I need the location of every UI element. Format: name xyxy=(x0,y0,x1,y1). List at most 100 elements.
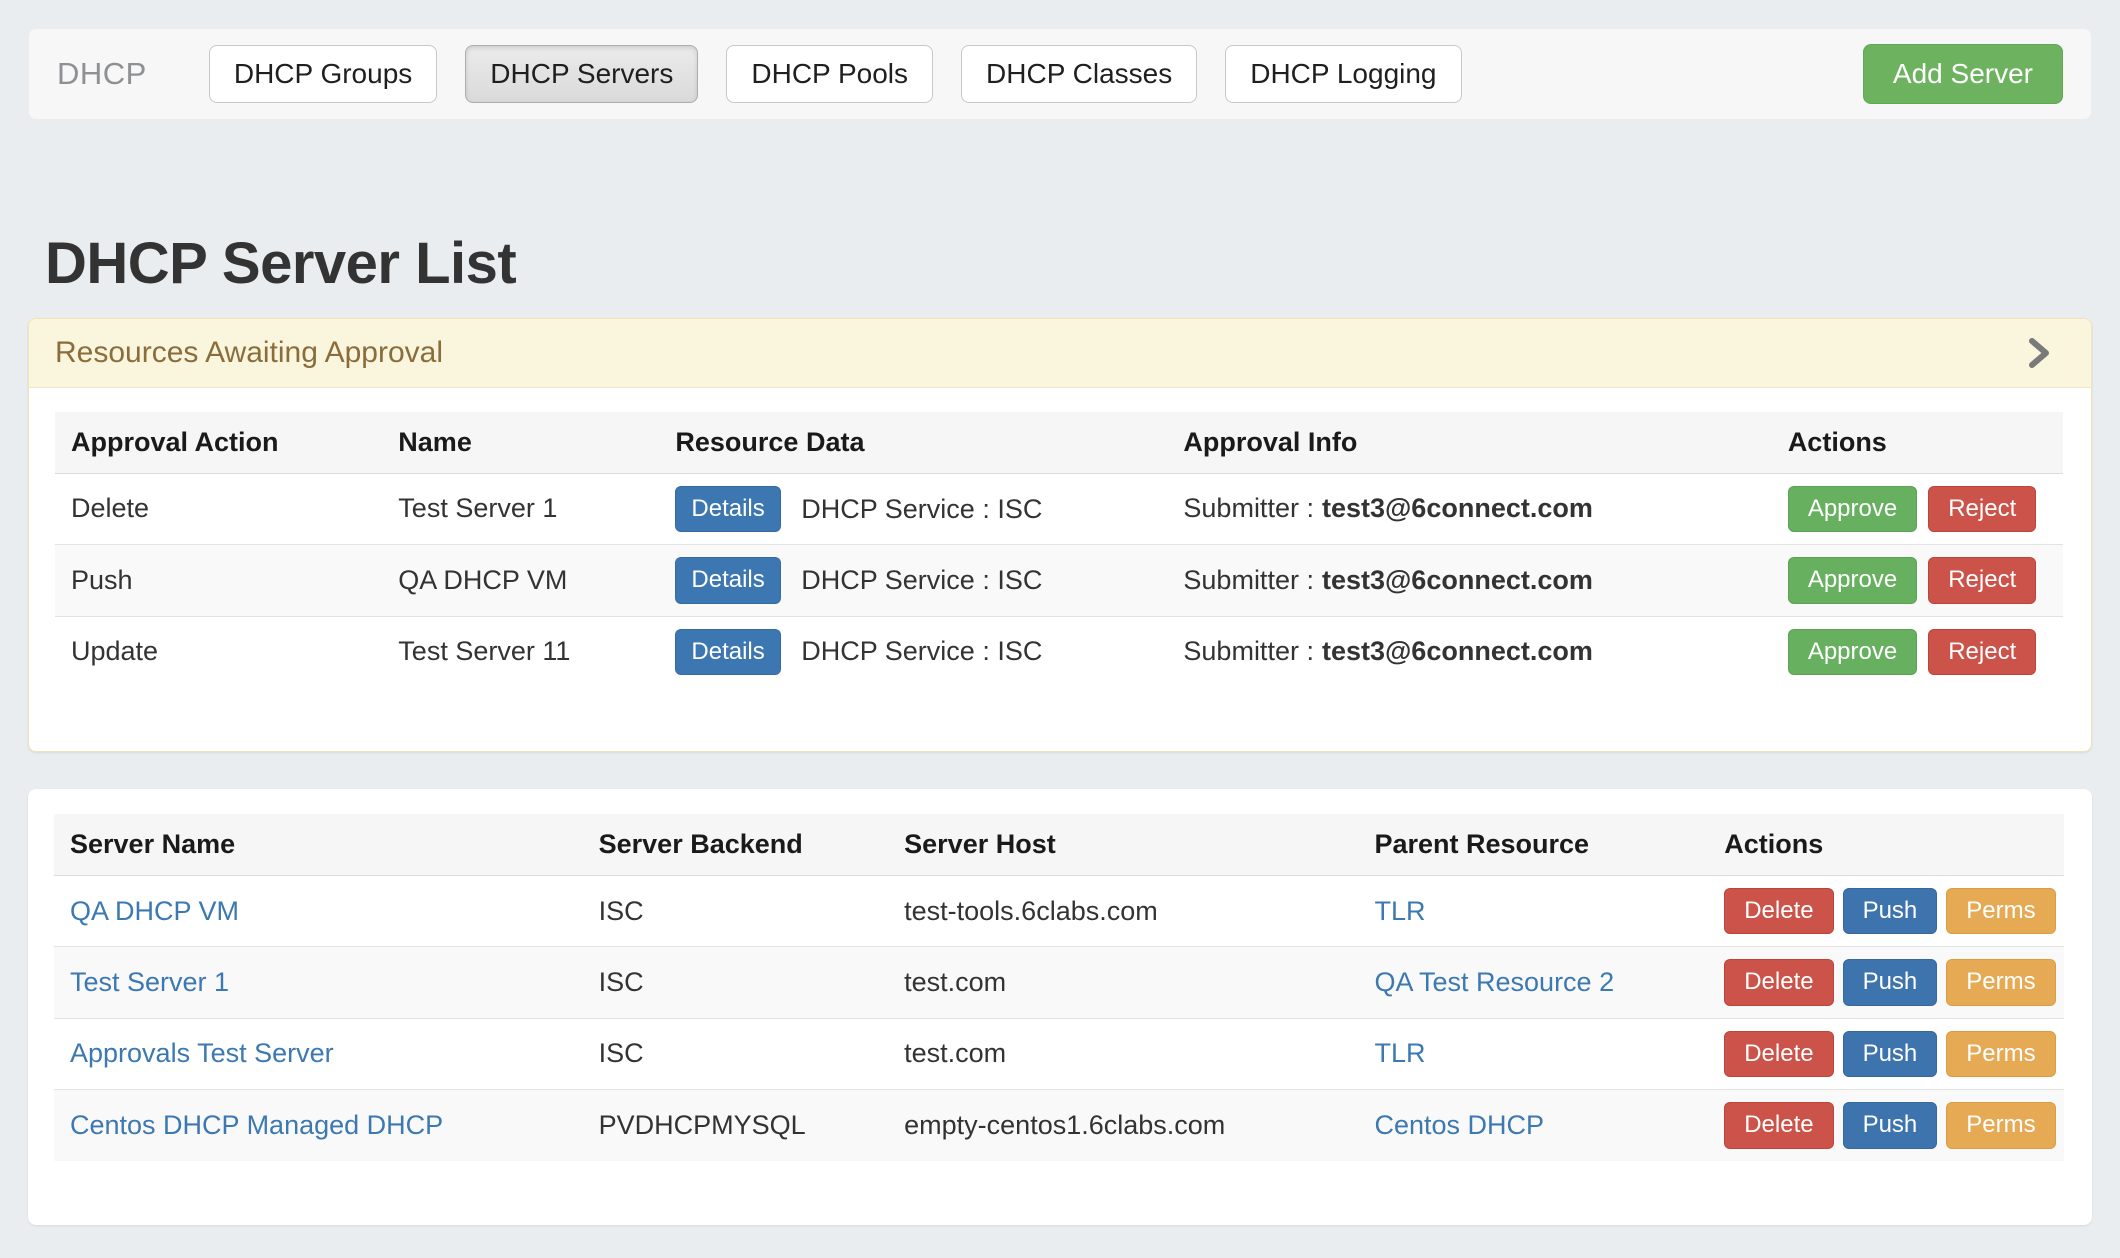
approve-button[interactable]: Approve xyxy=(1788,629,1917,675)
server-host-cell: test.com xyxy=(888,1018,1358,1089)
push-button[interactable]: Push xyxy=(1843,1102,1938,1148)
parent-resource-cell: Centos DHCP xyxy=(1358,1090,1708,1161)
col-approval-info: Approval Info xyxy=(1167,412,1771,474)
approvals-table-header-row: Approval Action Name Resource Data Appro… xyxy=(55,412,2063,474)
server-backend-cell: ISC xyxy=(583,947,889,1018)
approve-button[interactable]: Approve xyxy=(1788,557,1917,603)
server-backend-cell: PVDHCPMYSQL xyxy=(583,1090,889,1161)
server-host-cell: test.com xyxy=(888,947,1358,1018)
delete-button[interactable]: Delete xyxy=(1724,1031,1833,1077)
approval-info-cell: Submitter :test3@6connect.com xyxy=(1167,473,1771,544)
server-row: Test Server 1 ISC test.com QA Test Resou… xyxy=(54,947,2064,1018)
server-name-cell: Test Server 1 xyxy=(54,947,583,1018)
push-button[interactable]: Push xyxy=(1843,959,1938,1005)
approval-actions-cell: ApproveReject xyxy=(1772,473,2063,544)
resource-data-text: DHCP Service : ISC xyxy=(801,636,1042,666)
resource-data-cell: Details DHCP Service : ISC xyxy=(659,545,1167,616)
delete-button[interactable]: Delete xyxy=(1724,888,1833,934)
approval-actions-cell: ApproveReject xyxy=(1772,616,2063,687)
push-button[interactable]: Push xyxy=(1843,1031,1938,1077)
server-table-header-row: Server Name Server Backend Server Host P… xyxy=(54,814,2064,876)
perms-button[interactable]: Perms xyxy=(1946,1102,2055,1148)
parent-resource-link[interactable]: Centos DHCP xyxy=(1374,1110,1544,1140)
tab-dhcp-pools[interactable]: DHCP Pools xyxy=(726,45,933,104)
server-name-link[interactable]: Centos DHCP Managed DHCP xyxy=(70,1110,443,1140)
approval-row: Delete Test Server 1 Details DHCP Servic… xyxy=(55,473,2063,544)
server-host-cell: test-tools.6clabs.com xyxy=(888,875,1358,946)
col-server-host: Server Host xyxy=(888,814,1358,876)
server-name-link[interactable]: Approvals Test Server xyxy=(70,1038,334,1068)
server-name-cell: Approvals Test Server xyxy=(54,1018,583,1089)
approval-name-cell: QA DHCP VM xyxy=(382,545,659,616)
approval-row: Update Test Server 11 Details DHCP Servi… xyxy=(55,616,2063,687)
chevron-right-icon[interactable] xyxy=(2027,337,2051,369)
submitter-email: test3@6connect.com xyxy=(1322,636,1593,666)
server-row: QA DHCP VM ISC test-tools.6clabs.com TLR… xyxy=(54,875,2064,946)
server-backend-cell: ISC xyxy=(583,1018,889,1089)
resource-data-text: DHCP Service : ISC xyxy=(801,494,1042,524)
col-resource-data: Resource Data xyxy=(659,412,1167,474)
server-host-cell: empty-centos1.6clabs.com xyxy=(888,1090,1358,1161)
reject-button[interactable]: Reject xyxy=(1928,557,2036,603)
reject-button[interactable]: Reject xyxy=(1928,629,2036,675)
resource-data-cell: Details DHCP Service : ISC xyxy=(659,473,1167,544)
tab-dhcp-servers[interactable]: DHCP Servers xyxy=(465,45,698,104)
approval-name-cell: Test Server 11 xyxy=(382,616,659,687)
approval-action-cell: Push xyxy=(55,545,382,616)
col-server-name: Server Name xyxy=(54,814,583,876)
delete-button[interactable]: Delete xyxy=(1724,959,1833,1005)
server-row: Approvals Test Server ISC test.com TLR D… xyxy=(54,1018,2064,1089)
parent-resource-cell: QA Test Resource 2 xyxy=(1358,947,1708,1018)
col-parent-resource: Parent Resource xyxy=(1358,814,1708,876)
reject-button[interactable]: Reject xyxy=(1928,486,2036,532)
approval-row: Push QA DHCP VM Details DHCP Service : I… xyxy=(55,545,2063,616)
add-server-button[interactable]: Add Server xyxy=(1863,44,2063,105)
approvals-panel-header[interactable]: Resources Awaiting Approval xyxy=(29,319,2091,388)
details-button[interactable]: Details xyxy=(675,557,780,603)
server-actions-cell: DeletePushPerms xyxy=(1708,875,2064,946)
approve-button[interactable]: Approve xyxy=(1788,486,1917,532)
parent-resource-link[interactable]: TLR xyxy=(1374,1038,1425,1068)
parent-resource-link[interactable]: QA Test Resource 2 xyxy=(1374,967,1614,997)
perms-button[interactable]: Perms xyxy=(1946,959,2055,1005)
server-list-panel: Server Name Server Backend Server Host P… xyxy=(28,789,2092,1225)
col-actions: Actions xyxy=(1772,412,2063,474)
server-actions-cell: DeletePushPerms xyxy=(1708,1090,2064,1161)
approvals-panel-title: Resources Awaiting Approval xyxy=(55,336,443,370)
server-name-link[interactable]: QA DHCP VM xyxy=(70,896,239,926)
server-actions-cell: DeletePushPerms xyxy=(1708,947,2064,1018)
push-button[interactable]: Push xyxy=(1843,888,1938,934)
tab-dhcp-classes[interactable]: DHCP Classes xyxy=(961,45,1197,104)
perms-button[interactable]: Perms xyxy=(1946,888,2055,934)
resource-data-text: DHCP Service : ISC xyxy=(801,565,1042,595)
section-label: DHCP xyxy=(57,56,147,92)
col-server-actions: Actions xyxy=(1708,814,2064,876)
server-name-cell: QA DHCP VM xyxy=(54,875,583,946)
tab-dhcp-logging[interactable]: DHCP Logging xyxy=(1225,45,1461,104)
parent-resource-link[interactable]: TLR xyxy=(1374,896,1425,926)
submitter-email: test3@6connect.com xyxy=(1322,493,1593,523)
submitter-email: test3@6connect.com xyxy=(1322,565,1593,595)
approval-info-cell: Submitter : test3@6connect.com xyxy=(1167,616,1771,687)
tab-dhcp-groups[interactable]: DHCP Groups xyxy=(209,45,437,104)
parent-resource-cell: TLR xyxy=(1358,875,1708,946)
page: DHCP DHCP Groups DHCP Servers DHCP Pools… xyxy=(0,28,2120,1225)
server-name-link[interactable]: Test Server 1 xyxy=(70,967,229,997)
approvals-panel: Resources Awaiting Approval Approval Act… xyxy=(28,318,2092,752)
approval-action-cell: Delete xyxy=(55,473,382,544)
server-list-panel-body: Server Name Server Backend Server Host P… xyxy=(28,789,2092,1225)
details-button[interactable]: Details xyxy=(675,629,780,675)
server-table: Server Name Server Backend Server Host P… xyxy=(54,814,2064,1161)
server-backend-cell: ISC xyxy=(583,875,889,946)
server-actions-cell: DeletePushPerms xyxy=(1708,1018,2064,1089)
submitter-label: Submitter : xyxy=(1183,565,1314,595)
details-button[interactable]: Details xyxy=(675,486,780,532)
approval-action-cell: Update xyxy=(55,616,382,687)
approvals-panel-body: Approval Action Name Resource Data Appro… xyxy=(29,388,2091,751)
server-name-cell: Centos DHCP Managed DHCP xyxy=(54,1090,583,1161)
approval-name-cell: Test Server 1 xyxy=(382,473,659,544)
delete-button[interactable]: Delete xyxy=(1724,1102,1833,1148)
perms-button[interactable]: Perms xyxy=(1946,1031,2055,1077)
submitter-label: Submitter : xyxy=(1183,636,1314,666)
resource-data-cell: Details DHCP Service : ISC xyxy=(659,616,1167,687)
